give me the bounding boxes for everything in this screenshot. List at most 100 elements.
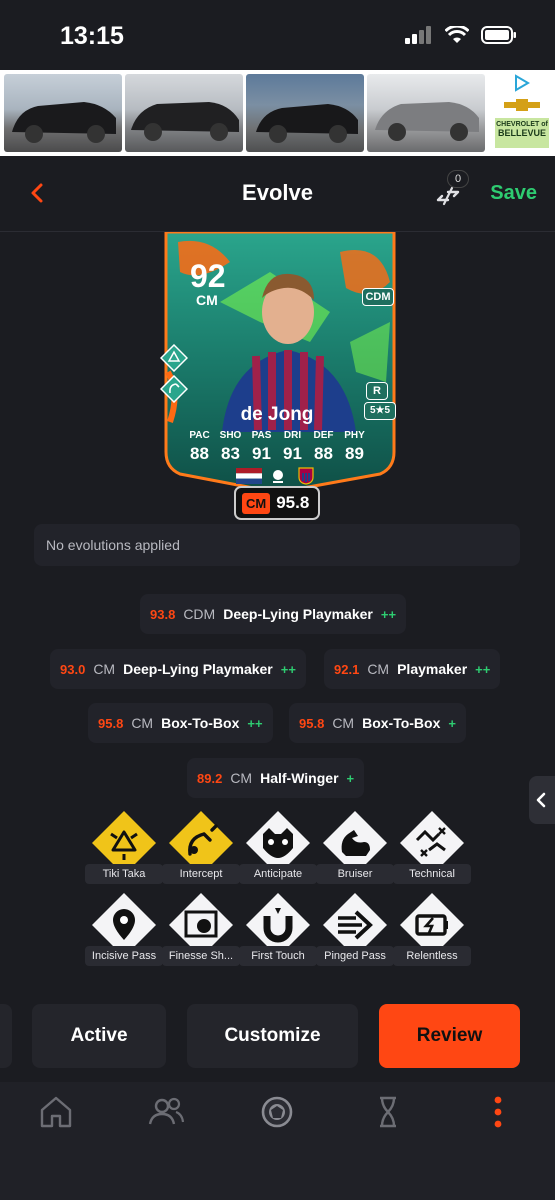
playstyle-label: Intercept xyxy=(162,864,240,884)
club-icon[interactable] xyxy=(257,1092,297,1132)
role-score: 89.2 xyxy=(197,770,223,786)
ad-banner[interactable]: CHEVROLET of BELLEVUE xyxy=(0,70,555,156)
ad-car-image[interactable] xyxy=(246,74,364,152)
wifi-icon xyxy=(445,26,469,43)
role-pill[interactable]: 93.8 CDM Deep-Lying Playmaker ++ xyxy=(140,594,407,634)
bottom-tab-bar xyxy=(0,1082,555,1200)
player-card[interactable]: 92 CM CDM R 5★5 de Jong PAC SHO PAS DRI … xyxy=(160,232,400,522)
role-score: 95.8 xyxy=(299,715,325,731)
role-name: Half-Winger xyxy=(260,770,339,786)
save-button[interactable]: Save xyxy=(490,182,537,205)
role-position: CM xyxy=(332,715,355,731)
stat-label-phy: PHY xyxy=(344,430,365,441)
ad-dealer-name: BELLEVUE xyxy=(497,127,546,138)
card-role-rating-badge: CM 95.8 xyxy=(234,486,320,520)
role-position: CM xyxy=(131,715,154,731)
playstyle-item[interactable]: Incisive Pass xyxy=(85,892,163,970)
players-icon[interactable] xyxy=(146,1092,186,1132)
playstyle-item[interactable]: Finesse Sh... xyxy=(162,892,240,970)
role-pill[interactable]: 95.8 CM Box-To-Box ++ xyxy=(88,703,273,743)
stat-value-def: 88 xyxy=(314,444,333,463)
review-button[interactable]: Review xyxy=(379,1004,520,1068)
customize-button[interactable]: Customize xyxy=(187,1004,358,1068)
role-score: 92.1 xyxy=(334,661,360,677)
status-time: 13:15 xyxy=(60,22,124,50)
role-pill[interactable]: 89.2 CM Half-Winger + xyxy=(187,758,365,798)
ad-brand-panel[interactable]: CHEVROLET of BELLEVUE xyxy=(495,72,549,154)
page-title: Evolve xyxy=(242,180,313,205)
evolutions-icon[interactable] xyxy=(368,1092,408,1132)
role-position: CM xyxy=(93,661,116,677)
playstyle-label: Finesse Sh... xyxy=(162,946,240,966)
playstyle-item[interactable]: First Touch xyxy=(239,892,317,970)
evolutions-status: No evolutions applied xyxy=(34,524,520,566)
role-plus: + xyxy=(448,715,456,731)
ad-car-image[interactable] xyxy=(4,74,122,152)
stat-label-def: DEF xyxy=(313,430,334,441)
battery-icon xyxy=(481,26,516,44)
role-pill[interactable]: 92.1 CM Playmaker ++ xyxy=(324,649,501,689)
role-name: Box-To-Box xyxy=(362,715,441,731)
playstyle-label: Tiki Taka xyxy=(85,864,163,884)
card-stat-values: 88 83 91 91 88 89 xyxy=(184,444,370,464)
stat-value-pas: 91 xyxy=(252,444,271,463)
role-position: CM xyxy=(367,661,390,677)
role-position: CM xyxy=(230,770,253,786)
stat-label-dri: DRI xyxy=(283,430,302,441)
stat-value-dri: 91 xyxy=(283,444,302,463)
playstyle-item[interactable]: Relentless xyxy=(393,892,471,970)
home-icon[interactable] xyxy=(36,1092,76,1132)
role-score: 95.8 xyxy=(98,715,124,731)
role-plus: ++ xyxy=(280,661,296,677)
card-stat-labels: PAC SHO PAS DRI DEF PHY xyxy=(184,430,370,441)
cellular-signal-icon xyxy=(405,26,431,44)
role-name: Playmaker xyxy=(397,661,468,677)
stat-value-phy: 89 xyxy=(345,444,364,463)
card-preferred-foot: R xyxy=(366,382,388,400)
playstyle-item[interactable]: Bruiser xyxy=(316,810,394,888)
intercept-plus-icon xyxy=(160,375,188,403)
nation-flag-icon xyxy=(236,468,262,484)
ad-car-image[interactable] xyxy=(367,74,485,152)
stat-value-sho: 83 xyxy=(221,444,240,463)
stat-value-pac: 88 xyxy=(190,444,209,463)
card-position: CM xyxy=(196,292,218,308)
more-icon[interactable] xyxy=(478,1092,518,1132)
playstyle-item[interactable]: Pinged Pass xyxy=(316,892,394,970)
card-role-rating-position: CM xyxy=(242,492,271,514)
playstyle-label: Anticipate xyxy=(239,864,317,884)
playstyle-item[interactable]: Intercept xyxy=(162,810,240,888)
stat-label-pas: PAS xyxy=(251,430,272,441)
role-pill[interactable]: 93.0 CM Deep-Lying Playmaker ++ xyxy=(50,649,306,689)
ad-choices-icon[interactable] xyxy=(513,74,531,92)
role-score: 93.8 xyxy=(150,606,176,622)
compare-count-badge: 0 xyxy=(447,170,469,188)
previous-action-button[interactable] xyxy=(0,1004,12,1068)
status-bar: 13:15 xyxy=(0,0,555,70)
card-role-rating-value: 95.8 xyxy=(276,493,310,512)
playstyle-item[interactable]: Tiki Taka xyxy=(85,810,163,888)
role-pill[interactable]: 95.8 CM Box-To-Box + xyxy=(289,703,466,743)
side-panel-toggle[interactable] xyxy=(529,776,555,824)
stat-label-pac: PAC xyxy=(189,430,210,441)
playstyle-label: First Touch xyxy=(239,946,317,966)
role-plus: ++ xyxy=(475,661,491,677)
card-overall-rating: 92 xyxy=(190,258,226,294)
ad-dealer-label: CHEVROLET of BELLEVUE xyxy=(495,118,549,148)
chevron-left-icon xyxy=(536,792,546,808)
playstyle-item[interactable]: Anticipate xyxy=(239,810,317,888)
role-name: Box-To-Box xyxy=(161,715,240,731)
card-alt-position: CDM xyxy=(362,288,394,306)
playstyle-label: Pinged Pass xyxy=(316,946,394,966)
league-logo-icon xyxy=(273,470,283,483)
role-plus: ++ xyxy=(380,606,397,622)
stat-label-sho: SHO xyxy=(219,430,242,441)
role-name: Deep-Lying Playmaker xyxy=(223,606,373,622)
playstyle-item[interactable]: Technical xyxy=(393,810,471,888)
playstyle-label: Relentless xyxy=(393,946,471,966)
chevrolet-logo-icon xyxy=(504,99,540,111)
active-button[interactable]: Active xyxy=(32,1004,166,1068)
card-player-name: de Jong xyxy=(240,404,314,425)
ad-car-image[interactable] xyxy=(125,74,243,152)
action-bar: Active Customize Review xyxy=(0,1004,555,1068)
